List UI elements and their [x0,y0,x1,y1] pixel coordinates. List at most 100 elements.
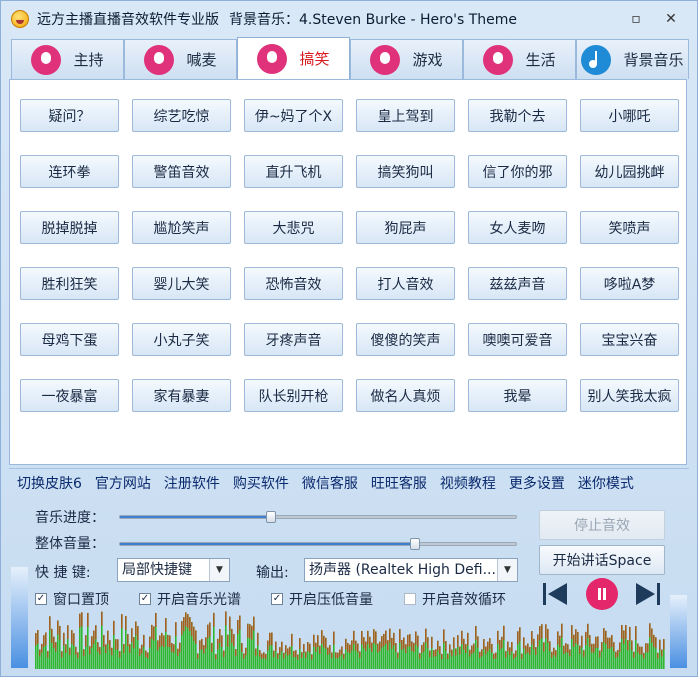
spectrum-bar-peak [133,637,135,649]
footer-link[interactable]: 注册软件 [164,473,220,497]
sound-effect-button[interactable]: 我晕 [468,379,567,412]
option-checkbox[interactable]: ✓ 开启压低音量 [271,589,373,609]
spectrum-bar-peak [551,651,553,658]
spectrum-bar-peak [255,648,257,656]
tab-4[interactable]: 生活 [463,39,576,79]
spectrum-bar-peak [457,635,459,648]
spectrum-bar-peak [627,640,629,651]
hotkey-select[interactable]: 局部快捷键 ▼ [117,558,230,582]
option-checkbox[interactable]: ✓ 窗口置顶 [35,589,109,609]
spectrum-bar-peak [235,649,237,657]
volume-thumb[interactable] [409,538,420,550]
footer-link[interactable]: 视频教程 [440,473,496,497]
music-progress-slider[interactable] [119,511,517,523]
sound-effect-button[interactable]: 笑喷声 [580,211,679,244]
checkmark-icon[interactable]: ✓ [271,593,283,605]
tab-5[interactable]: 背景音乐 [576,39,689,79]
sound-effect-button[interactable]: 狗屁声 [356,211,455,244]
chevron-down-icon[interactable]: ▼ [209,559,229,581]
spectrum-bar-peak [577,631,579,645]
close-icon[interactable]: ✕ [663,11,679,27]
footer-link[interactable]: 购买软件 [233,473,289,497]
sound-effect-button[interactable]: 大悲咒 [244,211,343,244]
spectrum-bar-peak [495,652,497,659]
spectrum-bar-peak [277,653,279,659]
music-progress-thumb[interactable] [266,511,277,523]
spectrum-bar-peak [383,633,385,647]
sound-effect-button[interactable]: 综艺吃惊 [132,99,231,132]
sound-effect-button[interactable]: 家有暴妻 [132,379,231,412]
spectrum-bar-peak [221,635,223,648]
spectrum-bar-peak [211,642,213,653]
option-checkbox[interactable]: 开启音效循环 [404,589,506,609]
sound-effect-button[interactable]: 直升飞机 [244,155,343,188]
footer-link[interactable]: 迷你模式 [578,473,634,497]
sound-effect-button[interactable]: 做名人真烦 [356,379,455,412]
sound-effect-button[interactable]: 胜利狂笑 [20,267,119,300]
sound-effect-button[interactable]: 脱掉脱掉 [20,211,119,244]
sound-effect-button[interactable]: 幼儿园挑衅 [580,155,679,188]
spectrum-bar-peak [247,623,249,638]
pause-icon[interactable] [586,578,618,610]
coffee-cup-icon [483,44,514,75]
footer-link[interactable]: 官方网站 [95,473,151,497]
checkmark-icon[interactable]: ✓ [35,593,47,605]
sound-effect-button[interactable]: 小丸子笑 [132,323,231,356]
spectrum-bar-peak [373,629,375,644]
sound-effect-button[interactable]: 小哪吒 [580,99,679,132]
sound-effect-button[interactable]: 宝宝兴奋 [580,323,679,356]
spectrum-bar-peak [123,644,125,653]
previous-track-icon[interactable] [540,579,570,609]
sound-effect-button[interactable]: 别人笑我太疯 [580,379,679,412]
sound-effect-button[interactable]: 疑问？ [20,99,119,132]
start-talk-button[interactable]: 开始讲话Space [539,545,665,575]
next-track-icon[interactable] [633,579,663,609]
sound-effect-button[interactable]: 我勒个去 [468,99,567,132]
empty-checkbox-icon[interactable] [404,593,416,605]
sound-effect-button[interactable]: 队长别开枪 [244,379,343,412]
option-checkbox[interactable]: ✓ 开启音乐光谱 [139,589,241,609]
sound-effect-button[interactable]: 连环拳 [20,155,119,188]
tab-2[interactable]: 搞笑 [237,37,350,79]
footer-link[interactable]: 旺旺客服 [371,473,427,497]
sound-effect-button[interactable]: 噢噢可爱音 [468,323,567,356]
sound-effect-button[interactable]: 伊~妈了个X [244,99,343,132]
sound-effect-button[interactable]: 信了你的邪 [468,155,567,188]
sound-effect-button[interactable]: 打人音效 [356,267,455,300]
footer-link[interactable]: 切换皮肤6 [17,473,82,497]
sound-effect-button[interactable]: 一夜暴富 [20,379,119,412]
spectrum-bar-peak [97,642,99,652]
stop-effect-button[interactable]: 停止音效 [539,510,665,540]
sound-effect-button[interactable]: 婴儿大笑 [132,267,231,300]
tab-3[interactable]: 游戏 [350,39,463,79]
footer-link[interactable]: 微信客服 [302,473,358,497]
sound-effect-button[interactable]: 女人麦吻 [468,211,567,244]
volume-slider[interactable] [119,538,517,550]
checkmark-icon[interactable]: ✓ [139,593,151,605]
sound-effect-button[interactable]: 傻傻的笑声 [356,323,455,356]
tab-0[interactable]: 主持 [11,39,124,79]
output-device-select[interactable]: 扬声器 (Realtek High Defi... ▼ [304,558,518,582]
sound-effect-button[interactable]: 哆啦A梦 [580,267,679,300]
spectrum-bar-peak [559,635,561,648]
spectrum-bar-peak [431,636,433,649]
spectrum-bar-peak [541,624,543,639]
spectrum-bar-peak [443,629,445,644]
chevron-down-icon[interactable]: ▼ [497,559,517,581]
sound-effect-button[interactable]: 警笛音效 [132,155,231,188]
sound-effect-button[interactable]: 皇上驾到 [356,99,455,132]
minimize-icon[interactable]: ▫ [628,11,644,27]
tab-1[interactable]: 喊麦 [124,39,237,79]
spectrum-bar-peak [573,634,575,647]
spectrum-bar-peak [429,650,431,657]
sound-effect-button[interactable]: 牙疼声音 [244,323,343,356]
sound-effect-button[interactable]: 母鸡下蛋 [20,323,119,356]
sound-effect-button[interactable]: 恐怖音效 [244,267,343,300]
spectrum-bar-peak [125,616,127,631]
footer-link[interactable]: 更多设置 [509,473,565,497]
sound-effect-button[interactable]: 尴尬笑声 [132,211,231,244]
sound-effect-button[interactable]: 兹兹声音 [468,267,567,300]
tab-label: 背景音乐 [623,51,684,69]
sound-effect-button[interactable]: 搞笑狗叫 [356,155,455,188]
spectrum-bar-peak [511,642,513,652]
